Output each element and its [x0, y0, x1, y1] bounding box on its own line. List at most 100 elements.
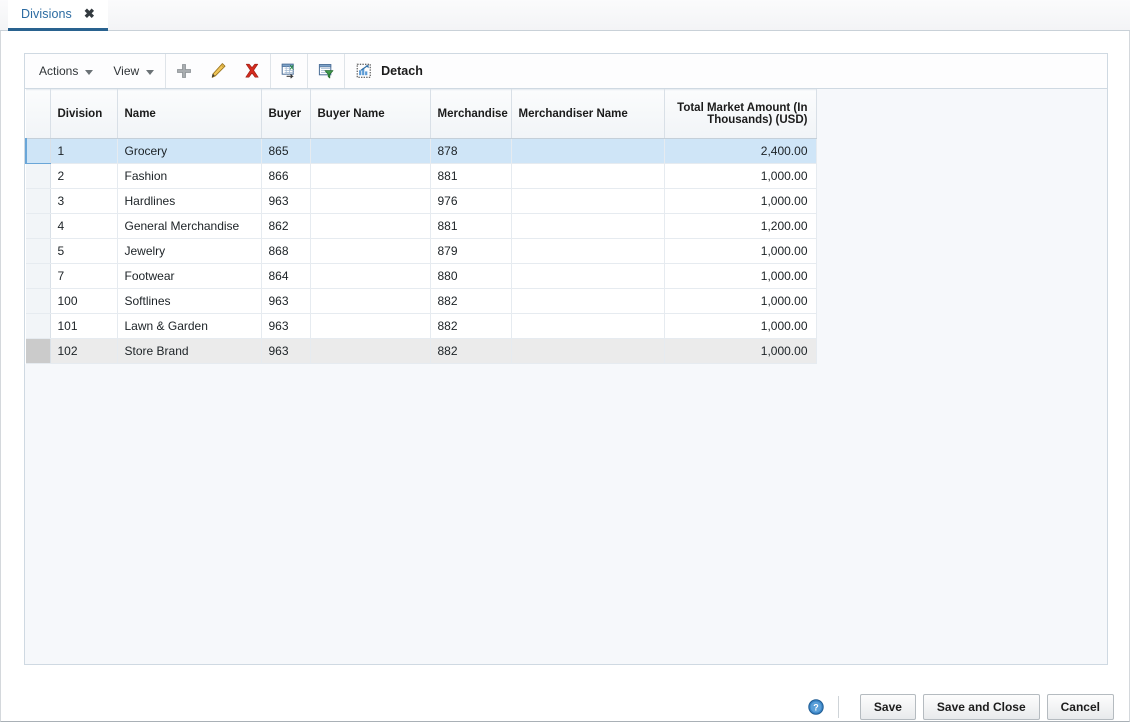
cell-total-market-amount[interactable]: 1,200.00 [664, 213, 817, 239]
cell-buyer[interactable]: 864 [261, 263, 311, 289]
row-select-cell[interactable] [26, 313, 51, 339]
cell-buyer-name[interactable] [310, 313, 431, 339]
save-and-close-button[interactable]: Save and Close [922, 694, 1040, 720]
cell-total-market-amount[interactable]: 1,000.00 [664, 338, 817, 364]
cell-total-market-amount[interactable]: 1,000.00 [664, 238, 817, 264]
actions-menu[interactable]: Actions [25, 54, 103, 88]
cell-buyer-name[interactable] [310, 338, 431, 364]
cell-merchandiser-name[interactable] [511, 213, 665, 239]
column-header-division[interactable]: Division [50, 89, 118, 139]
table-row[interactable]: 100 Softlines 963 882 1,000.00 [26, 288, 817, 314]
cell-merchandiser-name[interactable] [511, 188, 665, 214]
edit-button[interactable] [201, 54, 235, 88]
cell-division[interactable]: 100 [50, 288, 118, 314]
table-row[interactable]: 3 Hardlines 963 976 1,000.00 [26, 188, 817, 214]
table-row[interactable]: 5 Jewelry 868 879 1,000.00 [26, 238, 817, 264]
cancel-button[interactable]: Cancel [1046, 694, 1114, 720]
cell-buyer[interactable]: 963 [261, 313, 311, 339]
column-header-merchandiser-name[interactable]: Merchandiser Name [511, 89, 665, 139]
cell-merchandise[interactable]: 976 [430, 188, 512, 214]
cell-merchandise[interactable]: 882 [430, 338, 512, 364]
cell-buyer[interactable]: 963 [261, 188, 311, 214]
table-row[interactable]: 101 Lawn & Garden 963 882 1,000.00 [26, 313, 817, 339]
cell-merchandiser-name[interactable] [511, 288, 665, 314]
cell-division[interactable]: 5 [50, 238, 118, 264]
cell-merchandise[interactable]: 882 [430, 313, 512, 339]
cell-name[interactable]: General Merchandise [117, 213, 262, 239]
tab-divisions[interactable]: Divisions ✖ [8, 0, 108, 31]
cell-buyer[interactable]: 865 [261, 138, 311, 164]
cell-merchandiser-name[interactable] [511, 238, 665, 264]
row-select-cell[interactable] [26, 338, 51, 364]
cell-name[interactable]: Hardlines [117, 188, 262, 214]
row-select-cell[interactable] [25, 138, 51, 164]
cell-merchandise[interactable]: 882 [430, 288, 512, 314]
cell-merchandise[interactable]: 881 [430, 213, 512, 239]
cell-name[interactable]: Grocery [117, 138, 262, 164]
cell-total-market-amount[interactable]: 1,000.00 [664, 313, 817, 339]
row-select-cell[interactable] [26, 288, 51, 314]
cell-merchandiser-name[interactable] [511, 263, 665, 289]
table-row[interactable]: 7 Footwear 864 880 1,000.00 [26, 263, 817, 289]
cell-buyer-name[interactable] [310, 238, 431, 264]
cell-name[interactable]: Store Brand [117, 338, 262, 364]
cell-division[interactable]: 101 [50, 313, 118, 339]
cell-total-market-amount[interactable]: 2,400.00 [664, 138, 817, 164]
cell-buyer-name[interactable] [310, 188, 431, 214]
row-select-cell[interactable] [26, 263, 51, 289]
row-select-cell[interactable] [26, 213, 51, 239]
column-header-buyer-name[interactable]: Buyer Name [310, 89, 431, 139]
row-select-cell[interactable] [26, 163, 51, 189]
table-row[interactable]: 102 Store Brand 963 882 1,000.00 [26, 338, 817, 364]
cell-total-market-amount[interactable]: 1,000.00 [664, 263, 817, 289]
cell-name[interactable]: Softlines [117, 288, 262, 314]
cell-merchandiser-name[interactable] [511, 338, 665, 364]
save-button[interactable]: Save [859, 694, 916, 720]
column-header-name[interactable]: Name [117, 89, 262, 139]
cell-buyer-name[interactable] [310, 163, 431, 189]
cell-division[interactable]: 7 [50, 263, 118, 289]
cell-name[interactable]: Fashion [117, 163, 262, 189]
cell-merchandise[interactable]: 880 [430, 263, 512, 289]
cell-total-market-amount[interactable]: 1,000.00 [664, 163, 817, 189]
column-header-total-market-amount[interactable]: Total Market Amount (In Thousands) (USD) [664, 89, 817, 139]
cell-buyer-name[interactable] [310, 213, 431, 239]
cell-merchandiser-name[interactable] [511, 313, 665, 339]
row-select-cell[interactable] [26, 188, 51, 214]
detach-button[interactable]: Detach [346, 54, 435, 88]
cell-buyer-name[interactable] [310, 288, 431, 314]
cell-division[interactable]: 102 [50, 338, 118, 364]
table-row[interactable]: 4 General Merchandise 862 881 1,200.00 [26, 213, 817, 239]
cell-division[interactable]: 4 [50, 213, 118, 239]
cell-name[interactable]: Footwear [117, 263, 262, 289]
export-to-excel-button[interactable]: X [272, 54, 306, 88]
column-header-merchandise[interactable]: Merchandise [430, 89, 512, 139]
cell-buyer[interactable]: 963 [261, 288, 311, 314]
cell-merchandise[interactable]: 878 [430, 138, 512, 164]
cell-merchandise[interactable]: 881 [430, 163, 512, 189]
cell-buyer[interactable]: 862 [261, 213, 311, 239]
cell-merchandiser-name[interactable] [511, 138, 665, 164]
cell-buyer-name[interactable] [310, 138, 431, 164]
cell-buyer[interactable]: 963 [261, 338, 311, 364]
cell-division[interactable]: 3 [50, 188, 118, 214]
close-icon[interactable]: ✖ [84, 7, 95, 22]
cell-name[interactable]: Lawn & Garden [117, 313, 262, 339]
cell-merchandiser-name[interactable] [511, 163, 665, 189]
cell-buyer-name[interactable] [310, 263, 431, 289]
query-by-example-button[interactable] [309, 54, 343, 88]
help-icon[interactable]: ? [808, 699, 824, 715]
column-header-buyer[interactable]: Buyer [261, 89, 311, 139]
table-row[interactable]: 2 Fashion 866 881 1,000.00 [26, 163, 817, 189]
table-row[interactable]: 1 Grocery 865 878 2,400.00 [25, 138, 817, 164]
cell-total-market-amount[interactable]: 1,000.00 [664, 188, 817, 214]
cell-buyer[interactable]: 868 [261, 238, 311, 264]
view-menu[interactable]: View [103, 54, 164, 88]
delete-button[interactable] [235, 54, 269, 88]
cell-buyer[interactable]: 866 [261, 163, 311, 189]
cell-name[interactable]: Jewelry [117, 238, 262, 264]
cell-division[interactable]: 2 [50, 163, 118, 189]
cell-merchandise[interactable]: 879 [430, 238, 512, 264]
add-button[interactable] [167, 54, 201, 88]
cell-division[interactable]: 1 [50, 138, 118, 164]
